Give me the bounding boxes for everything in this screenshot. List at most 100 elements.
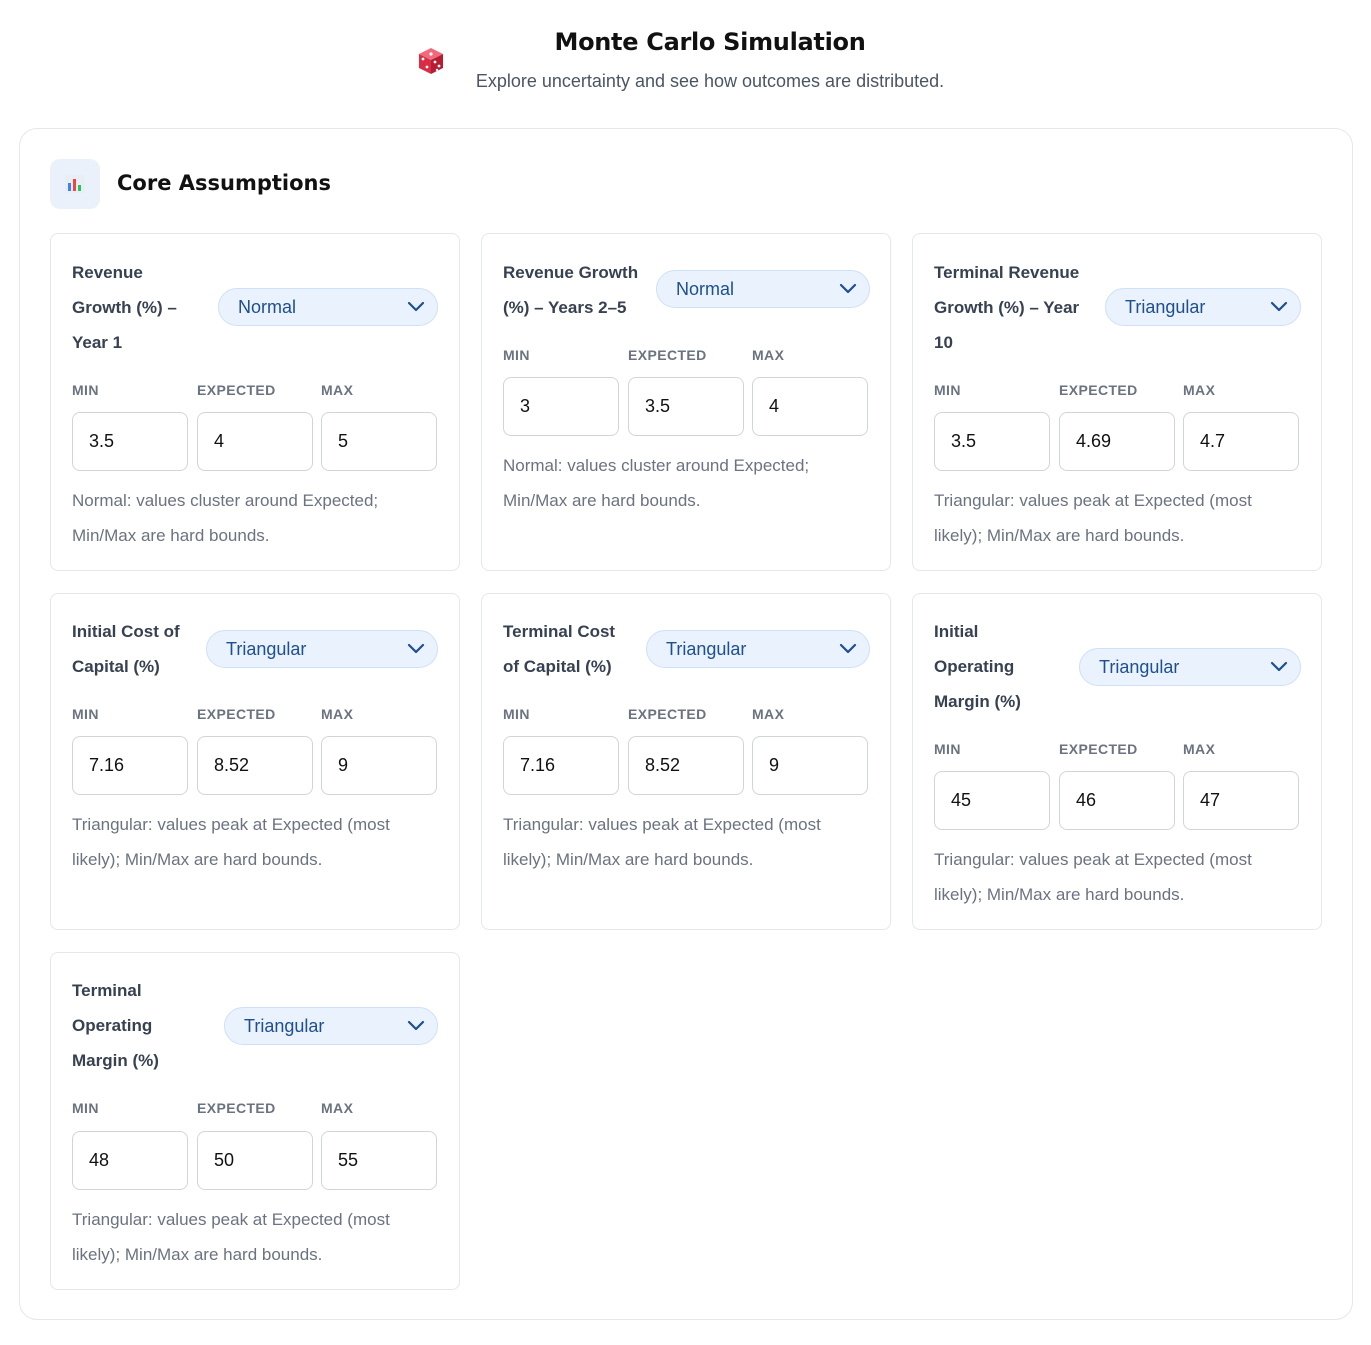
help-text-line: Min/Max are hard bounds. <box>72 526 270 545</box>
help-text-line: Normal: values cluster around Expected; <box>72 491 379 510</box>
assumption-label-line: Terminal <box>72 981 142 1000</box>
max-input[interactable]: 9 <box>752 736 868 795</box>
help-text-line: Triangular: values peak at Expected (mos… <box>934 491 1252 510</box>
assumption-label: Initial Operating Margin (%) <box>934 614 1021 719</box>
assumption-card-initial-cost-of-capital: Initial Cost of Capital (%) Triangular MIN E… <box>50 593 460 930</box>
min-input[interactable]: 48 <box>72 1131 188 1190</box>
min-heading: MIN <box>72 706 99 722</box>
chevron-down-icon <box>407 301 425 312</box>
help-text-line: likely); Min/Max are hard bounds. <box>503 850 754 869</box>
max-input[interactable]: 55 <box>321 1131 437 1190</box>
min-input[interactable]: 45 <box>934 771 1050 830</box>
field-inputs: 3.5 4 5 <box>72 412 438 471</box>
min-input[interactable]: 3.5 <box>72 412 188 471</box>
chevron-down-icon <box>1270 301 1288 312</box>
help-text-line: Min/Max are hard bounds. <box>503 491 701 510</box>
help-text-line: likely); Min/Max are hard bounds. <box>72 850 323 869</box>
help-text-line: likely); Min/Max are hard bounds. <box>934 885 1185 904</box>
distribution-help-text: Triangular: values peak at Expected (mos… <box>72 1202 442 1272</box>
expected-heading: EXPECTED <box>628 347 707 363</box>
min-input[interactable]: 7.16 <box>72 736 188 795</box>
assumption-card-initial-operating-margin: Initial Operating Margin (%) Triangular MIN E… <box>912 593 1322 930</box>
assumption-label-line: 10 <box>934 333 953 352</box>
min-heading: MIN <box>72 382 99 398</box>
assumption-label-line: Initial <box>934 622 979 641</box>
distribution-select[interactable]: Triangular <box>646 630 870 668</box>
field-headings: MIN EXPECTED MAX <box>503 706 869 726</box>
distribution-select-value: Normal <box>676 279 735 299</box>
field-headings: MIN EXPECTED MAX <box>72 706 438 726</box>
bar-chart-icon <box>65 175 85 193</box>
expected-heading: EXPECTED <box>628 706 707 722</box>
expected-input[interactable]: 8.52 <box>628 736 744 795</box>
distribution-select[interactable]: Triangular <box>1105 288 1301 326</box>
section-badge <box>50 159 100 209</box>
expected-heading: EXPECTED <box>1059 382 1138 398</box>
expected-heading: EXPECTED <box>1059 741 1138 757</box>
distribution-select-value: Triangular <box>1099 657 1180 677</box>
field-headings: MIN EXPECTED MAX <box>503 347 869 367</box>
distribution-help-text: Triangular: values peak at Expected (mos… <box>934 842 1304 912</box>
assumption-label-line: Capital (%) <box>72 657 160 676</box>
assumption-label: Terminal Cost of Capital (%) <box>503 614 615 684</box>
assumption-label: Revenue Growth (%) – Year 1 <box>72 255 177 360</box>
field-headings: MIN EXPECTED MAX <box>934 741 1300 761</box>
chevron-down-icon <box>839 283 857 294</box>
expected-heading: EXPECTED <box>197 382 276 398</box>
page-title: Monte Carlo Simulation <box>554 28 866 56</box>
expected-input[interactable]: 8.52 <box>197 736 313 795</box>
chevron-down-icon <box>1270 661 1288 672</box>
max-heading: MAX <box>321 1100 354 1116</box>
max-heading: MAX <box>1183 741 1216 757</box>
expected-input[interactable]: 3.5 <box>628 377 744 436</box>
field-inputs: 7.16 8.52 9 <box>503 736 869 795</box>
min-input[interactable]: 3.5 <box>934 412 1050 471</box>
assumption-label-line: of Capital (%) <box>503 657 612 676</box>
distribution-select-value: Triangular <box>226 639 307 659</box>
chevron-down-icon <box>407 643 425 654</box>
distribution-select[interactable]: Triangular <box>1079 648 1301 686</box>
distribution-help-text: Triangular: values peak at Expected (mos… <box>503 807 873 877</box>
min-heading: MIN <box>934 382 961 398</box>
distribution-help-text: Normal: values cluster around Expected; M… <box>72 483 442 553</box>
max-heading: MAX <box>752 347 785 363</box>
assumption-card-terminal-operating-margin: Terminal Operating Margin (%) Triangular MIN… <box>50 952 460 1290</box>
min-heading: MIN <box>934 741 961 757</box>
section-title: Core Assumptions <box>117 171 331 195</box>
help-text-line: Triangular: values peak at Expected (mos… <box>72 1210 390 1229</box>
min-heading: MIN <box>503 706 530 722</box>
distribution-select[interactable]: Normal <box>656 270 870 308</box>
assumption-label: Revenue Growth (%) – Years 2–5 <box>503 255 638 325</box>
field-inputs: 48 50 55 <box>72 1131 438 1190</box>
min-input[interactable]: 3 <box>503 377 619 436</box>
assumption-label-line: Growth (%) – <box>72 298 177 317</box>
max-input[interactable]: 5 <box>321 412 437 471</box>
assumption-label-line: Initial Cost of <box>72 622 180 641</box>
assumption-label-line: (%) – Years 2–5 <box>503 298 627 317</box>
assumption-label-line: Operating <box>72 1016 153 1035</box>
max-input[interactable]: 47 <box>1183 771 1299 830</box>
assumption-label-line: Margin (%) <box>72 1051 159 1070</box>
field-inputs: 7.16 8.52 9 <box>72 736 438 795</box>
expected-input[interactable]: 4 <box>197 412 313 471</box>
expected-input[interactable]: 46 <box>1059 771 1175 830</box>
assumption-label-line: Terminal Revenue <box>934 263 1080 282</box>
assumption-card-terminal-revenue-growth: Terminal Revenue Growth (%) – Year 10 Trian… <box>912 233 1322 571</box>
distribution-select[interactable]: Triangular <box>224 1007 438 1045</box>
assumption-label: Terminal Revenue Growth (%) – Year 10 <box>934 255 1079 360</box>
field-headings: MIN EXPECTED MAX <box>72 1100 438 1120</box>
assumption-label-line: Year 1 <box>72 333 123 352</box>
max-input[interactable]: 4 <box>752 377 868 436</box>
expected-input[interactable]: 50 <box>197 1131 313 1190</box>
distribution-select[interactable]: Triangular <box>206 630 438 668</box>
assumption-label-line: Margin (%) <box>934 692 1021 711</box>
assumption-label-line: Terminal Cost <box>503 622 616 641</box>
max-input[interactable]: 9 <box>321 736 437 795</box>
distribution-select[interactable]: Normal <box>218 288 438 326</box>
help-text-line: Triangular: values peak at Expected (mos… <box>72 815 390 834</box>
chevron-down-icon <box>407 1020 425 1031</box>
min-input[interactable]: 7.16 <box>503 736 619 795</box>
expected-heading: EXPECTED <box>197 1100 276 1116</box>
expected-input[interactable]: 4.69 <box>1059 412 1175 471</box>
max-input[interactable]: 4.7 <box>1183 412 1299 471</box>
